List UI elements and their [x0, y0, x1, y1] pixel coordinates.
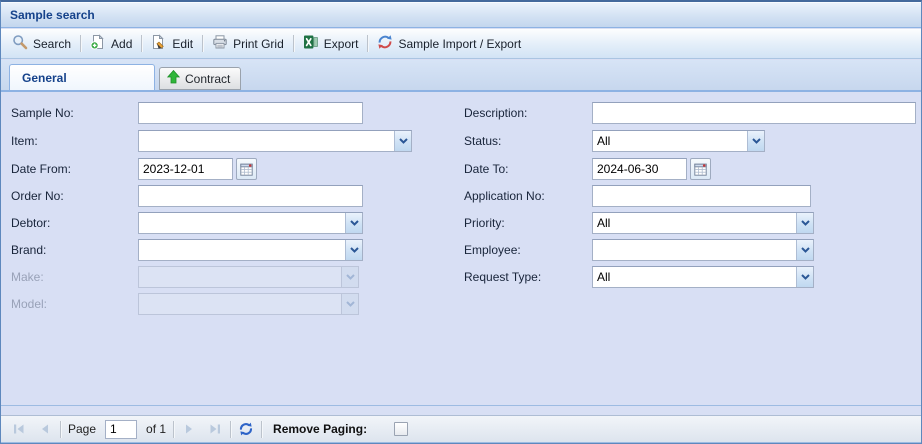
- page-label: Page: [68, 422, 96, 436]
- prev-page-icon[interactable]: [35, 419, 55, 439]
- panel-gap: [1, 407, 921, 415]
- form-row-employee: Employee:: [1, 239, 921, 261]
- sample-import-export-button-label: Sample Import / Export: [398, 37, 521, 51]
- form-row-date-to: Date To:: [1, 158, 921, 180]
- first-page-icon[interactable]: [9, 419, 29, 439]
- printer-icon: [212, 34, 228, 53]
- model-combo-disabled: [138, 293, 359, 315]
- toolbar-separator: [261, 421, 262, 438]
- form-row-priority: Priority:: [1, 212, 921, 234]
- import-export-icon: [377, 34, 393, 53]
- application-no-input[interactable]: [592, 185, 811, 207]
- status-combo-input[interactable]: [593, 131, 747, 151]
- toolbar-separator: [60, 421, 61, 438]
- add-button[interactable]: Add: [83, 32, 139, 56]
- print-grid-button-label: Print Grid: [233, 37, 284, 51]
- employee-label: Employee:: [464, 243, 521, 257]
- search-button-label: Search: [33, 37, 71, 51]
- tab-general[interactable]: General: [9, 64, 155, 90]
- print-grid-button[interactable]: Print Grid: [205, 32, 291, 56]
- toolbar-separator: [367, 35, 368, 52]
- priority-combo-input[interactable]: [593, 213, 796, 233]
- tab-contract-label: Contract: [185, 72, 230, 86]
- date-to-label: Date To:: [464, 162, 508, 176]
- form-row-status: Status:: [1, 130, 921, 152]
- add-button-label: Add: [111, 37, 132, 51]
- search-icon: [12, 34, 28, 53]
- priority-combo[interactable]: [592, 212, 814, 234]
- priority-label: Priority:: [464, 216, 505, 230]
- last-page-icon[interactable]: [205, 419, 225, 439]
- edit-button[interactable]: Edit: [144, 32, 200, 56]
- title-bar: Sample search: [1, 2, 921, 28]
- calendar-icon[interactable]: [690, 158, 711, 180]
- next-page-icon[interactable]: [179, 419, 199, 439]
- toolbar-separator: [173, 421, 174, 438]
- tab-strip: General Contract: [1, 60, 921, 92]
- form-row-model: Model:: [1, 293, 921, 315]
- refresh-icon[interactable]: [236, 419, 256, 439]
- form-row-description: Description:: [1, 102, 921, 124]
- form-row-request-type: Request Type:: [1, 266, 921, 288]
- toolbar-separator: [230, 421, 231, 438]
- page-of-label: of 1: [146, 422, 166, 436]
- toolbar-separator: [293, 35, 294, 52]
- export-button-label: Export: [324, 37, 359, 51]
- model-combo-input: [139, 294, 341, 314]
- toolbar-separator: [202, 35, 203, 52]
- paging-toolbar: Page of 1 Remove Paging:: [1, 415, 921, 443]
- edit-button-label: Edit: [172, 37, 193, 51]
- page-add-icon: [90, 34, 106, 53]
- window-title: Sample search: [10, 8, 95, 22]
- chevron-down-icon[interactable]: [747, 131, 764, 151]
- page-number-input[interactable]: [105, 420, 137, 439]
- model-label: Model:: [11, 297, 47, 311]
- toolbar: Search Add Edit Print Grid Export Sample…: [1, 29, 921, 59]
- form-row-application-no: Application No:: [1, 185, 921, 207]
- remove-paging-checkbox[interactable]: [394, 422, 408, 436]
- request-type-combo-input[interactable]: [593, 267, 796, 287]
- green-up-arrow-icon: [167, 70, 180, 87]
- application-no-label: Application No:: [464, 189, 545, 203]
- status-label: Status:: [464, 134, 501, 148]
- description-label: Description:: [464, 106, 527, 120]
- employee-combo-input[interactable]: [593, 240, 796, 260]
- status-combo[interactable]: [592, 130, 765, 152]
- date-to-input[interactable]: [592, 158, 687, 180]
- sample-import-export-button[interactable]: Sample Import / Export: [370, 32, 528, 56]
- search-button[interactable]: Search: [5, 32, 78, 56]
- chevron-down-icon: [341, 294, 358, 314]
- description-input[interactable]: [592, 102, 916, 124]
- toolbar-separator: [80, 35, 81, 52]
- toolbar-separator: [141, 35, 142, 52]
- search-form: Sample No: Item: Date From: Order No:: [1, 92, 921, 406]
- chevron-down-icon[interactable]: [796, 267, 813, 287]
- remove-paging-label: Remove Paging:: [273, 422, 367, 436]
- page-edit-icon: [151, 34, 167, 53]
- sample-search-window: Sample search Search Add Edit Print Grid…: [0, 0, 922, 444]
- request-type-label: Request Type:: [464, 270, 541, 284]
- tab-general-label: General: [22, 71, 67, 85]
- tab-contract[interactable]: Contract: [159, 67, 241, 90]
- chevron-down-icon[interactable]: [796, 240, 813, 260]
- employee-combo[interactable]: [592, 239, 814, 261]
- excel-export-icon: [303, 34, 319, 53]
- request-type-combo[interactable]: [592, 266, 814, 288]
- chevron-down-icon[interactable]: [796, 213, 813, 233]
- export-button[interactable]: Export: [296, 32, 366, 56]
